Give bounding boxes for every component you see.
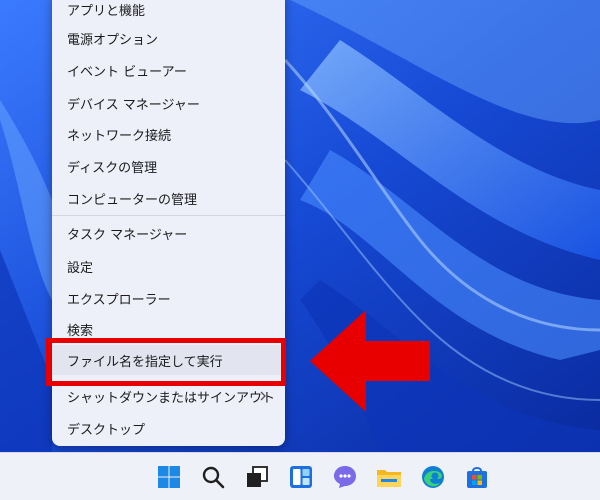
menu-item-label: コンピューターの管理 bbox=[67, 192, 198, 208]
menu-item-label: アプリと機能 bbox=[67, 3, 146, 19]
taskbar bbox=[0, 452, 600, 500]
menu-item-apps-and-features[interactable]: アプリと機能 bbox=[52, 0, 285, 24]
widgets-icon[interactable] bbox=[287, 463, 315, 491]
menu-item-label: ネットワーク接続 bbox=[67, 128, 172, 144]
menu-item-event-viewer[interactable]: イベント ビューアー bbox=[52, 55, 285, 85]
menu-item-computer-management[interactable]: コンピューターの管理 bbox=[52, 183, 285, 213]
microsoft-store-icon[interactable] bbox=[463, 463, 491, 491]
red-arrow-icon bbox=[310, 310, 430, 412]
chevron-right-icon bbox=[260, 391, 266, 401]
file-explorer-icon[interactable] bbox=[375, 463, 403, 491]
menu-item-task-manager[interactable]: タスク マネージャー bbox=[52, 218, 285, 248]
menu-item-label: シャットダウンまたはサインアウト bbox=[67, 390, 276, 406]
menu-item-label: デスクトップ bbox=[67, 422, 146, 438]
menu-item-network-connections[interactable]: ネットワーク接続 bbox=[52, 119, 285, 149]
task-view-icon[interactable] bbox=[243, 463, 271, 491]
menu-item-settings[interactable]: 設定 bbox=[52, 251, 285, 281]
menu-item-device-manager[interactable]: デバイス マネージャー bbox=[52, 88, 285, 118]
edge-browser-icon[interactable] bbox=[419, 463, 447, 491]
menu-item-label: タスク マネージャー bbox=[67, 227, 188, 243]
menu-item-power-options[interactable]: 電源オプション bbox=[52, 23, 285, 53]
menu-item-label: 検索 bbox=[67, 323, 94, 339]
menu-item-file-explorer[interactable]: エクスプローラー bbox=[52, 283, 285, 313]
menu-item-label: ディスクの管理 bbox=[67, 160, 158, 176]
windows-start-icon[interactable] bbox=[155, 463, 183, 491]
menu-item-disk-management[interactable]: ディスクの管理 bbox=[52, 151, 285, 181]
menu-item-label: 電源オプション bbox=[67, 32, 159, 48]
menu-item-label: 設定 bbox=[67, 260, 94, 276]
menu-item-label: イベント ビューアー bbox=[67, 64, 187, 80]
menu-item-label: デバイス マネージャー bbox=[67, 97, 200, 113]
menu-item-desktop[interactable]: デスクトップ bbox=[52, 413, 285, 443]
highlight-callout-box bbox=[46, 338, 286, 386]
search-icon[interactable] bbox=[199, 463, 227, 491]
teams-chat-icon[interactable] bbox=[331, 463, 359, 491]
menu-item-label: エクスプローラー bbox=[67, 292, 171, 308]
menu-divider bbox=[52, 215, 285, 216]
